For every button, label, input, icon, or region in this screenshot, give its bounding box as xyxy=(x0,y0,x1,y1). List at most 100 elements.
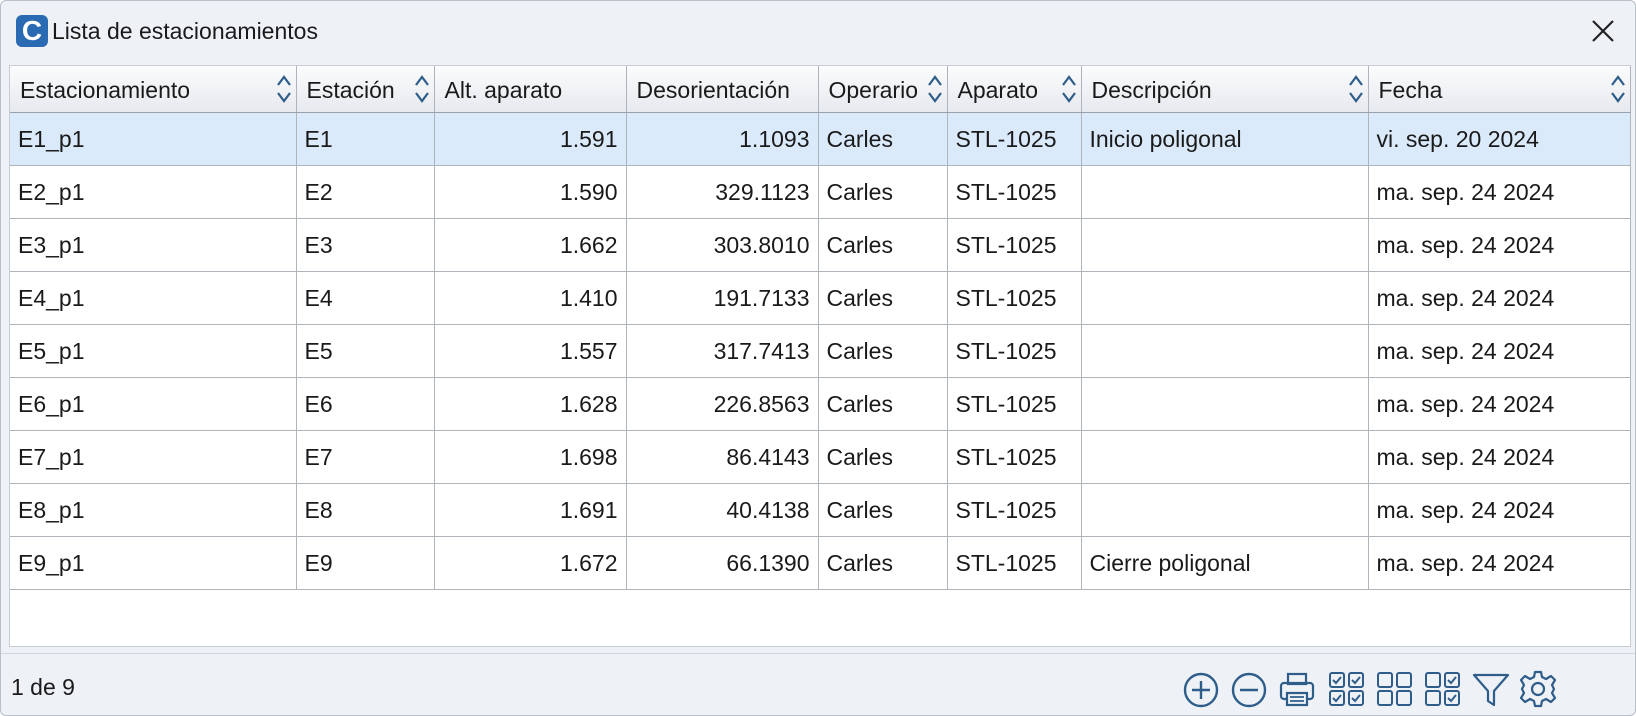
table-cell[interactable]: 1.672 xyxy=(434,536,627,590)
table-cell[interactable] xyxy=(1081,218,1369,272)
close-button[interactable] xyxy=(1583,11,1623,51)
table-cell[interactable]: ma. sep. 24 2024 xyxy=(1368,165,1631,219)
sort-icon[interactable] xyxy=(275,71,293,107)
table-cell[interactable]: Carles xyxy=(818,271,948,325)
table-cell[interactable]: 1.628 xyxy=(434,377,627,431)
table-cell[interactable]: E3_p1 xyxy=(10,218,297,272)
table-cell[interactable] xyxy=(1081,271,1369,325)
table-cell[interactable]: ma. sep. 24 2024 xyxy=(1368,324,1631,378)
table-cell[interactable]: E9 xyxy=(296,536,435,590)
table-cell[interactable]: Carles xyxy=(818,483,948,537)
table-cell[interactable]: E7_p1 xyxy=(10,430,297,484)
column-header[interactable]: Operario xyxy=(818,66,948,113)
table-cell[interactable]: vi. sep. 20 2024 xyxy=(1368,112,1631,166)
table-cell[interactable]: 1.591 xyxy=(434,112,627,166)
table-cell[interactable]: STL-1025 xyxy=(947,218,1082,272)
uncheck-all-button[interactable] xyxy=(1375,669,1415,709)
table-row[interactable]: E3_p1 E3 1.662 303.8010 Carles STL-1025 ma. se… xyxy=(10,218,1631,272)
table-cell[interactable]: E5_p1 xyxy=(10,324,297,378)
table-cell[interactable]: 1.691 xyxy=(434,483,627,537)
table-cell[interactable]: ma. sep. 24 2024 xyxy=(1368,271,1631,325)
check-all-button[interactable] xyxy=(1327,669,1367,709)
table-row[interactable]: E6_p1 E6 1.628 226.8563 Carles STL-1025 ma. se… xyxy=(10,377,1631,431)
sort-icon[interactable] xyxy=(413,71,431,107)
sort-icon[interactable] xyxy=(926,71,944,107)
table-cell[interactable]: Carles xyxy=(818,430,948,484)
table-row[interactable]: E5_p1 E5 1.557 317.7413 Carles STL-1025 ma. se… xyxy=(10,324,1631,378)
table-row[interactable]: E2_p1 E2 1.590 329.1123 Carles STL-1025 ma. se… xyxy=(10,165,1631,219)
table-cell[interactable]: E6 xyxy=(296,377,435,431)
sort-icon[interactable] xyxy=(1347,71,1365,107)
table-cell[interactable]: STL-1025 xyxy=(947,112,1082,166)
table-cell[interactable]: 66.1390 xyxy=(626,536,819,590)
table-cell[interactable]: 226.8563 xyxy=(626,377,819,431)
table-cell[interactable] xyxy=(1081,377,1369,431)
column-header[interactable]: Estación xyxy=(296,66,435,113)
table-cell[interactable]: Carles xyxy=(818,536,948,590)
table-cell[interactable]: Carles xyxy=(818,165,948,219)
table-cell[interactable]: Carles xyxy=(818,324,948,378)
table-cell[interactable]: E1_p1 xyxy=(10,112,297,166)
table-cell[interactable]: E9_p1 xyxy=(10,536,297,590)
table-cell[interactable]: 1.410 xyxy=(434,271,627,325)
table-cell[interactable]: E6_p1 xyxy=(10,377,297,431)
column-header[interactable]: Desorientación xyxy=(626,66,819,113)
table-cell[interactable]: STL-1025 xyxy=(947,483,1082,537)
table-row[interactable]: E8_p1 E8 1.691 40.4138 Carles STL-1025 ma. sep… xyxy=(10,483,1631,537)
table-cell[interactable]: E3 xyxy=(296,218,435,272)
table-cell[interactable]: E8 xyxy=(296,483,435,537)
table-cell[interactable] xyxy=(1081,430,1369,484)
table-cell[interactable]: E2 xyxy=(296,165,435,219)
column-header[interactable]: Estacionamiento xyxy=(10,66,297,113)
table-cell[interactable]: 1.557 xyxy=(434,324,627,378)
add-button[interactable] xyxy=(1181,669,1221,709)
table-cell[interactable]: Cierre poligonal xyxy=(1081,536,1369,590)
table-cell[interactable]: E4 xyxy=(296,271,435,325)
table-cell[interactable]: E1 xyxy=(296,112,435,166)
table-row[interactable]: E4_p1 E4 1.410 191.7133 Carles STL-1025 ma. se… xyxy=(10,271,1631,325)
table-cell[interactable]: E2_p1 xyxy=(10,165,297,219)
table-cell[interactable]: STL-1025 xyxy=(947,536,1082,590)
settings-button[interactable] xyxy=(1518,669,1558,709)
table-cell[interactable]: 1.698 xyxy=(434,430,627,484)
table-cell[interactable]: 317.7413 xyxy=(626,324,819,378)
table-cell[interactable]: 303.8010 xyxy=(626,218,819,272)
table-cell[interactable]: E4_p1 xyxy=(10,271,297,325)
table-cell[interactable]: 191.7133 xyxy=(626,271,819,325)
column-header[interactable]: Fecha xyxy=(1368,66,1631,113)
table-cell[interactable] xyxy=(1081,165,1369,219)
table-cell[interactable]: 40.4138 xyxy=(626,483,819,537)
sort-icon[interactable] xyxy=(1060,71,1078,107)
table-cell[interactable]: STL-1025 xyxy=(947,324,1082,378)
table-cell[interactable]: E8_p1 xyxy=(10,483,297,537)
invert-check-button[interactable] xyxy=(1423,669,1463,709)
table-cell[interactable]: ma. sep. 24 2024 xyxy=(1368,430,1631,484)
table-cell[interactable]: ma. sep. 24 2024 xyxy=(1368,218,1631,272)
column-header[interactable]: Aparato xyxy=(947,66,1082,113)
filter-button[interactable] xyxy=(1471,669,1511,709)
table-cell[interactable]: 1.1093 xyxy=(626,112,819,166)
table-cell[interactable]: Inicio poligonal xyxy=(1081,112,1369,166)
table-cell[interactable]: 86.4143 xyxy=(626,430,819,484)
remove-button[interactable] xyxy=(1229,669,1269,709)
table-cell[interactable]: ma. sep. 24 2024 xyxy=(1368,536,1631,590)
table-cell[interactable] xyxy=(1081,324,1369,378)
sort-icon[interactable] xyxy=(1609,71,1627,107)
table-cell[interactable]: Carles xyxy=(818,112,948,166)
table-cell[interactable]: Carles xyxy=(818,218,948,272)
table-cell[interactable]: STL-1025 xyxy=(947,430,1082,484)
table-cell[interactable]: 1.590 xyxy=(434,165,627,219)
column-header[interactable]: Alt. aparato xyxy=(434,66,627,113)
table-cell[interactable]: Carles xyxy=(818,377,948,431)
column-header[interactable]: Descripción xyxy=(1081,66,1369,113)
table-cell[interactable]: ma. sep. 24 2024 xyxy=(1368,483,1631,537)
table-cell[interactable]: 1.662 xyxy=(434,218,627,272)
table-cell[interactable]: E7 xyxy=(296,430,435,484)
table-cell[interactable]: 329.1123 xyxy=(626,165,819,219)
table-row[interactable]: E9_p1 E9 1.672 66.1390 Carles STL-1025 Cierre … xyxy=(10,536,1631,590)
table-cell[interactable] xyxy=(1081,483,1369,537)
table-cell[interactable]: STL-1025 xyxy=(947,377,1082,431)
table-cell[interactable]: ma. sep. 24 2024 xyxy=(1368,377,1631,431)
table-row[interactable]: E1_p1 E1 1.591 1.1093 Carles STL-1025 Inicio p… xyxy=(10,112,1631,166)
table-cell[interactable]: STL-1025 xyxy=(947,271,1082,325)
